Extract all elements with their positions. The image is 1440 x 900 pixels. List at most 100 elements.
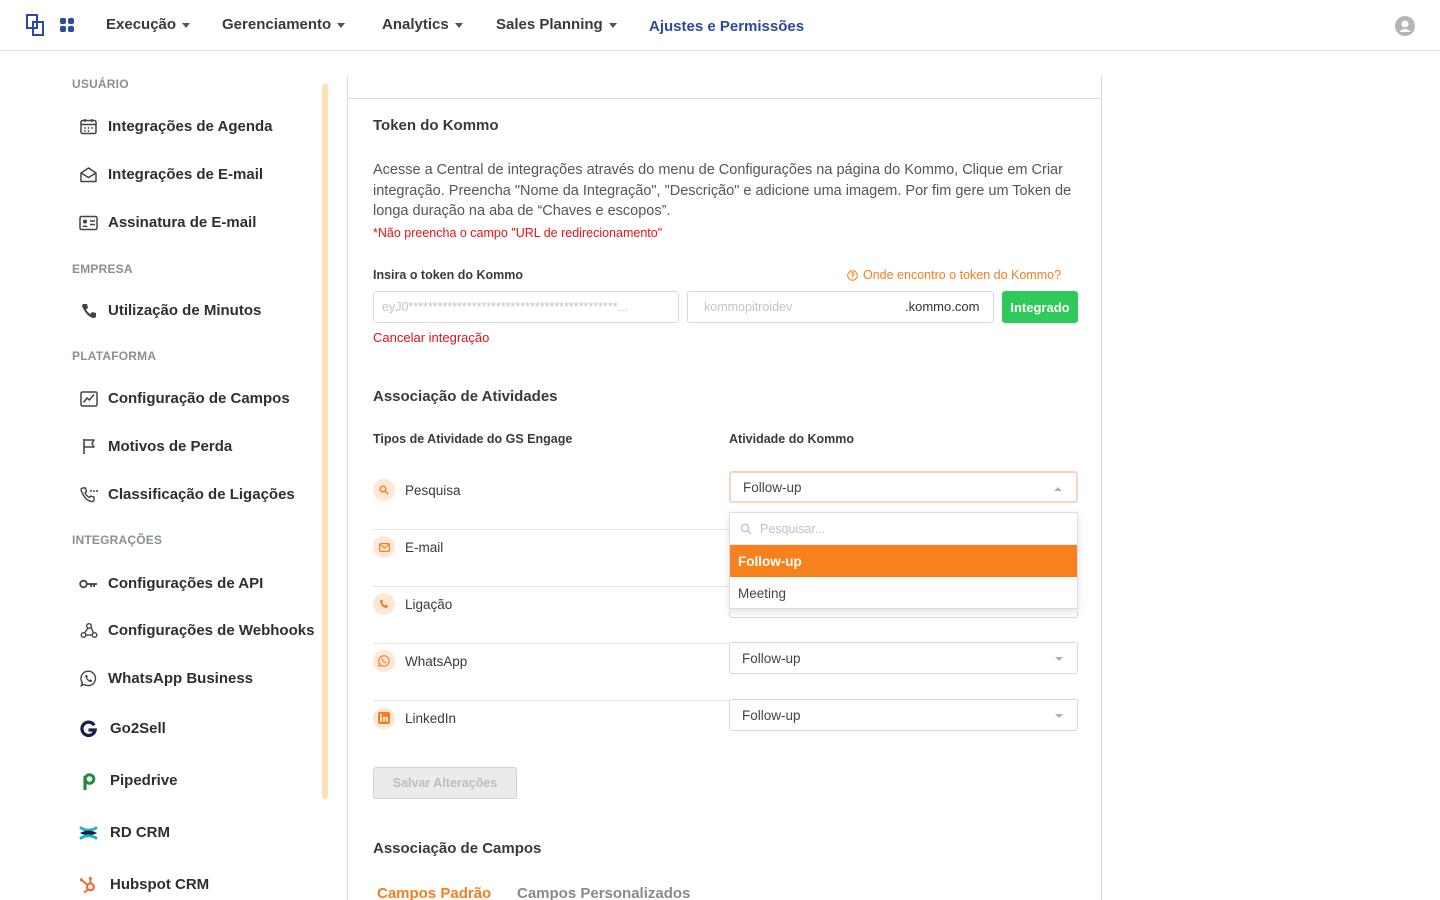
hubspot-logo-icon — [79, 875, 98, 894]
activities-section-title: Associação de Atividades — [373, 388, 558, 405]
sidebar-item-label: Motivos de Perda — [108, 438, 233, 455]
sidebar-item-label: Pipedrive — [110, 772, 178, 789]
mail-icon — [373, 536, 395, 558]
search-icon — [373, 479, 395, 501]
sidebar-item-agenda[interactable]: Integrações de Agenda — [79, 117, 273, 136]
whatsapp-icon — [79, 669, 98, 688]
activity-name: WhatsApp — [405, 654, 468, 669]
integrated-button[interactable]: Integrado — [1002, 291, 1078, 323]
sidebar-scrollbar[interactable] — [322, 83, 328, 799]
token-instructions: Acesse a Central de integrações através … — [373, 162, 1072, 219]
nav-analytics-label: Analytics — [382, 16, 449, 33]
sidebar-item-rdcrm[interactable]: RD CRM — [79, 823, 170, 842]
sidebar-item-label: Configurações de Webhooks — [108, 622, 315, 639]
nav-analytics[interactable]: Analytics — [382, 16, 463, 33]
nav-sales-planning[interactable]: Sales Planning — [496, 16, 617, 33]
envelope-open-icon — [79, 165, 98, 184]
search-icon — [740, 523, 752, 535]
sidebar-item-email[interactable]: Integrações de E-mail — [79, 165, 263, 184]
sidebar-item-assinatura[interactable]: Assinatura de E-mail — [79, 213, 256, 232]
top-navigation: Execução Gerenciamento Analytics Sales P… — [0, 0, 1440, 51]
activity-dropdown-menu: Pesquisar... Follow-up Meeting — [729, 512, 1078, 609]
sidebar-item-label: Go2Sell — [110, 720, 166, 737]
subdomain-placeholder: kommopitroidev — [704, 300, 793, 314]
token-section-title: Token do Kommo — [373, 117, 499, 134]
kommo-activity-select-ligacao[interactable] — [729, 610, 1078, 618]
apps-grid-icon[interactable] — [60, 18, 74, 32]
kommo-integration-card: Token do Kommo Acesse a Central de integ… — [347, 76, 1102, 900]
dropdown-option-follow-up[interactable]: Follow-up — [730, 545, 1077, 577]
kommo-activity-select-linkedin[interactable]: Follow-up — [729, 699, 1078, 731]
sidebar-item-hubspot[interactable]: Hubspot CRM — [79, 875, 209, 894]
sidebar-item-label: Utilização de Minutos — [108, 302, 262, 319]
sidebar-item-label: Assinatura de E-mail — [108, 214, 257, 231]
select-value: Follow-up — [742, 650, 801, 666]
section-title-integracoes: INTEGRAÇÕES — [72, 533, 163, 547]
activity-name: Pesquisa — [405, 483, 461, 498]
go2sell-logo-icon — [79, 719, 98, 738]
sidebar-item-motivos-perda[interactable]: Motivos de Perda — [79, 437, 232, 456]
phone-icon — [79, 301, 98, 320]
sidebar-item-label: Integrações de Agenda — [108, 118, 273, 135]
sidebar-item-label: WhatsApp Business — [108, 670, 254, 687]
tab-campos-padrao[interactable]: Campos Padrão — [377, 885, 491, 900]
flag-icon — [79, 437, 98, 456]
sidebar-item-classificacao-ligacoes[interactable]: Classificação de Ligações — [79, 485, 295, 504]
linkedin-icon — [373, 707, 395, 729]
gs-logo-icon[interactable] — [26, 14, 44, 36]
subdomain-suffix: .kommo.com — [905, 299, 980, 314]
sidebar-item-label: Configuração de Campos — [108, 390, 290, 407]
activity-name: E-mail — [405, 540, 444, 555]
chart-edit-icon — [79, 389, 98, 408]
cancel-integration-link[interactable]: Cancelar integração — [373, 330, 489, 345]
question-circle-icon — [847, 269, 858, 281]
nav-ajustes-permissoes[interactable]: Ajustes e Permissões — [649, 18, 804, 35]
token-help-link[interactable]: Onde encontro o token do Kommo? — [847, 268, 1061, 282]
phone-dots-icon — [79, 485, 98, 504]
settings-sidebar: USUÁRIO Integrações de Agenda Integraçõe… — [0, 52, 330, 900]
sidebar-item-whatsapp-business[interactable]: WhatsApp Business — [79, 669, 253, 688]
divider — [348, 98, 1101, 99]
chevron-up-icon — [1054, 487, 1062, 491]
sidebar-item-label: Hubspot CRM — [110, 876, 210, 893]
nav-execucao[interactable]: Execução — [106, 16, 191, 33]
sidebar-item-label: Configurações de API — [108, 575, 264, 592]
tab-campos-personalizados[interactable]: Campos Personalizados — [517, 885, 690, 900]
sidebar-item-label: Integrações de E-mail — [108, 166, 264, 183]
save-changes-button[interactable]: Salvar Alterações — [373, 767, 517, 799]
nav-sales-planning-label: Sales Planning — [496, 16, 603, 33]
calendar-icon — [79, 117, 98, 136]
sidebar-item-campos[interactable]: Configuração de Campos — [79, 389, 290, 408]
token-input[interactable]: eyJ0************************************… — [373, 291, 679, 323]
sidebar-item-pipedrive[interactable]: Pipedrive — [79, 771, 178, 790]
chevron-down-icon — [608, 23, 617, 28]
fields-section-title: Associação de Campos — [373, 840, 542, 857]
dropdown-option-meeting[interactable]: Meeting — [730, 577, 1077, 609]
webhook-icon — [79, 621, 98, 640]
token-input-label: Insira o token do Kommo — [373, 268, 524, 282]
sidebar-item-api[interactable]: Configurações de API — [79, 574, 263, 593]
sidebar-item-go2sell[interactable]: Go2Sell — [79, 719, 166, 738]
phone-icon — [373, 593, 395, 615]
dropdown-search[interactable]: Pesquisar... — [730, 513, 1077, 545]
chevron-down-icon — [182, 23, 191, 28]
activity-name: Ligação — [405, 597, 453, 612]
select-value: Follow-up — [742, 707, 801, 723]
token-help-link-label: Onde encontro o token do Kommo? — [863, 268, 1062, 282]
nav-gerenciamento[interactable]: Gerenciamento — [222, 16, 346, 33]
activity-name: LinkedIn — [405, 711, 457, 726]
kommo-activity-select-whatsapp[interactable]: Follow-up — [729, 642, 1078, 674]
user-avatar-icon[interactable] — [1395, 16, 1415, 36]
chevron-down-icon — [337, 23, 346, 28]
nav-gerenciamento-label: Gerenciamento — [222, 16, 332, 33]
gs-activity-column-header: Tipos de Atividade do GS Engage — [373, 432, 573, 446]
pipedrive-logo-icon — [79, 771, 98, 790]
sidebar-item-label: RD CRM — [110, 824, 170, 841]
sidebar-item-webhooks[interactable]: Configurações de Webhooks — [79, 621, 314, 640]
section-title-plataforma: PLATAFORMA — [72, 349, 157, 363]
key-icon — [79, 574, 98, 593]
kommo-activity-select-pesquisa[interactable]: Follow-up — [729, 471, 1078, 503]
section-title-empresa: EMPRESA — [72, 262, 133, 276]
sidebar-item-minutos[interactable]: Utilização de Minutos — [79, 301, 261, 320]
section-title-usuario: USUÁRIO — [72, 77, 129, 91]
